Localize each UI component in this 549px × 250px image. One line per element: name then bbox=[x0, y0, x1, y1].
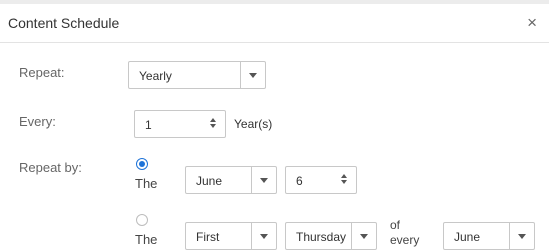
option2-weekday-value: Thursday bbox=[296, 230, 347, 244]
content-schedule-dialog: Content Schedule × Repeat: Yearly Every:… bbox=[0, 0, 549, 250]
repeat-label: Repeat: bbox=[19, 65, 65, 80]
every-value: 1 bbox=[145, 118, 152, 132]
option1-the-label: The bbox=[135, 176, 158, 191]
every-unit: Year(s) bbox=[234, 117, 273, 131]
option1-day-value: 6 bbox=[296, 174, 303, 188]
option2-month-select[interactable]: June bbox=[443, 222, 535, 250]
option1-month-select[interactable]: June bbox=[185, 166, 277, 194]
chevron-down-icon bbox=[251, 223, 276, 249]
dialog-title: Content Schedule bbox=[8, 15, 120, 31]
repeat-by-weekday-radio[interactable] bbox=[136, 214, 148, 226]
chevron-down-icon bbox=[351, 223, 376, 249]
option2-the-label: The bbox=[135, 232, 158, 247]
option2-weekday-select[interactable]: Thursday bbox=[285, 222, 377, 250]
option2-ordinal-value: First bbox=[196, 230, 220, 244]
every-label: Every: bbox=[19, 114, 56, 129]
dialog-header: Content Schedule × bbox=[0, 4, 549, 43]
chevron-down-icon bbox=[509, 223, 534, 249]
close-icon[interactable]: × bbox=[527, 13, 537, 33]
option2-ordinal-select[interactable]: First bbox=[185, 222, 277, 250]
chevron-down-icon bbox=[240, 62, 265, 88]
option2-every-text: every bbox=[390, 233, 420, 247]
repeat-by-date-radio[interactable] bbox=[136, 158, 148, 170]
every-number-input[interactable]: 1 bbox=[134, 110, 226, 138]
spinner-icon[interactable] bbox=[210, 117, 218, 131]
spinner-icon[interactable] bbox=[341, 173, 349, 187]
repeat-select[interactable]: Yearly bbox=[128, 61, 266, 89]
option2-of-text: of bbox=[390, 218, 401, 232]
option2-month-value: June bbox=[454, 230, 481, 244]
option1-day-input[interactable]: 6 bbox=[285, 166, 357, 194]
option1-month-value: June bbox=[196, 174, 223, 188]
repeat-by-label: Repeat by: bbox=[19, 160, 82, 175]
chevron-down-icon bbox=[251, 167, 276, 193]
repeat-select-value: Yearly bbox=[139, 69, 172, 83]
